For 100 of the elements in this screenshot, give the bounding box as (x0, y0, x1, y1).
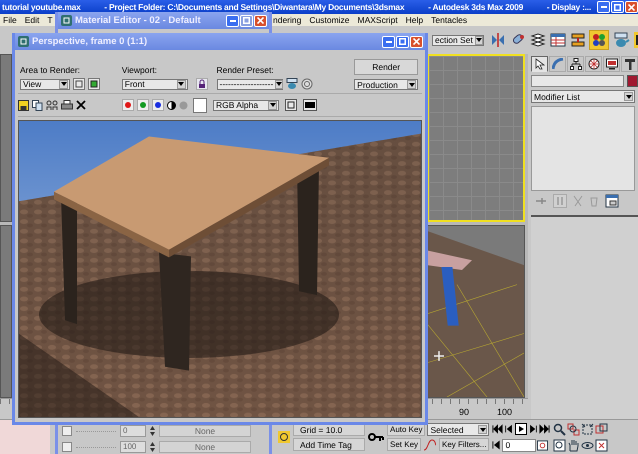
maximize-button[interactable] (240, 14, 253, 26)
monitor-icon (606, 58, 618, 70)
map-button[interactable]: None (159, 425, 251, 437)
maximize-button[interactable] (611, 1, 624, 13)
minimize-button[interactable] (382, 36, 395, 48)
layers-icon[interactable] (530, 32, 546, 48)
clone-icon[interactable] (46, 100, 58, 110)
key-icon[interactable] (368, 432, 384, 442)
auto-region-icon[interactable] (88, 78, 100, 90)
maximize-icon (243, 17, 250, 24)
minimize-button[interactable] (597, 1, 610, 13)
channel-toggle[interactable] (152, 99, 164, 111)
alpha-dot-icon[interactable] (179, 100, 188, 110)
menu-item[interactable]: Tentacles (431, 15, 468, 25)
command-panel-tab[interactable] (531, 56, 548, 72)
command-panel-tab[interactable] (567, 56, 584, 72)
maximize-icon (614, 4, 621, 10)
set-key-button[interactable]: Set Key (387, 438, 422, 451)
schematic-icon[interactable] (570, 32, 586, 48)
teapot-icon[interactable] (612, 32, 630, 48)
table-icon[interactable] (550, 32, 566, 48)
edit-region-icon[interactable] (73, 78, 85, 90)
amount-spinner[interactable]: 0 (120, 425, 146, 437)
teapot-icon[interactable] (286, 78, 298, 90)
mono-icon[interactable] (167, 100, 176, 110)
clear-icon[interactable] (76, 100, 86, 110)
menu-item[interactable]: Customize (309, 15, 350, 25)
area-to-render-label: Area to Render: (20, 65, 82, 75)
minimize-icon (230, 20, 236, 22)
spinner-arrows-icon[interactable] (150, 426, 155, 436)
area-to-render-dropdown[interactable]: View (20, 78, 70, 90)
caret-icon (476, 38, 482, 42)
object-name-field[interactable] (531, 75, 624, 87)
modifier-list-dropdown[interactable]: Modifier List (531, 90, 635, 103)
display-icon[interactable] (303, 99, 317, 111)
background-color-swatch[interactable] (193, 98, 207, 112)
menu-item[interactable]: Edit (24, 15, 40, 25)
caret-icon (480, 428, 486, 432)
copy-icon[interactable] (32, 100, 43, 110)
window-title: - Autodesk 3ds Max 2009 (428, 2, 524, 12)
close-button[interactable] (625, 1, 638, 13)
command-panel-tab[interactable] (603, 56, 620, 72)
selection-set-dropdown[interactable]: ection Set (432, 34, 484, 46)
minimize-button[interactable] (226, 14, 239, 26)
app-logo-icon (18, 36, 29, 47)
key-filters-button[interactable]: Key Filters... (439, 438, 490, 451)
command-panel-tab[interactable] (585, 56, 602, 72)
maximize-button[interactable] (396, 36, 409, 48)
map-checkbox[interactable] (62, 442, 72, 452)
hammer-icon (624, 58, 636, 70)
print-icon[interactable] (61, 100, 73, 110)
app-logo-icon (61, 15, 72, 26)
menu-item[interactable]: Help (406, 15, 424, 25)
object-color-swatch[interactable] (627, 75, 638, 87)
time-config-icon[interactable] (537, 440, 548, 450)
add-time-tag-button[interactable]: Add Time Tag (293, 438, 365, 451)
channel-toggle[interactable] (137, 99, 149, 111)
frame-field[interactable]: 0 (502, 438, 536, 452)
save-icon[interactable] (18, 100, 29, 110)
render-button[interactable]: Render (354, 59, 418, 75)
wheel-icon (588, 58, 600, 70)
menu-item[interactable]: T (47, 15, 53, 25)
zoom-extents-icon[interactable] (581, 422, 594, 436)
color-balls-icon[interactable] (590, 31, 608, 49)
viewport-dropdown[interactable]: Front (122, 78, 188, 90)
window-title: Material Editor - 02 - Default (75, 15, 201, 26)
map-button[interactable]: None (159, 441, 251, 453)
previous-frame-icon[interactable] (504, 424, 514, 434)
menu-item[interactable]: ndering (273, 15, 302, 25)
play-icon[interactable] (515, 422, 528, 434)
menu-item[interactable]: File (3, 15, 17, 25)
environment-icon[interactable] (300, 78, 313, 90)
channel-toggle[interactable] (122, 99, 134, 111)
go-to-start-icon[interactable] (492, 424, 504, 434)
zoom-all-icon[interactable] (567, 422, 580, 436)
close-button[interactable] (254, 14, 267, 26)
mirror-icon[interactable] (490, 32, 506, 48)
amount-spinner[interactable]: 100 (120, 441, 146, 453)
key-mode-dropdown[interactable]: Selected (427, 423, 490, 436)
configure-icon[interactable] (605, 194, 619, 208)
map-checkbox[interactable] (62, 426, 72, 436)
command-panel-tab[interactable] (621, 56, 638, 72)
lock-icon[interactable] (196, 78, 208, 90)
zoom-icon[interactable] (553, 422, 566, 436)
render-preset-dropdown[interactable]: ------------------- (216, 78, 283, 90)
maximize-viewport-icon[interactable] (595, 438, 608, 452)
restore-frame-icon[interactable] (285, 99, 297, 111)
hand-icon[interactable] (567, 438, 580, 452)
curve-icon[interactable] (423, 438, 438, 450)
caret-icon (408, 82, 415, 86)
key-mode-icon[interactable] (492, 440, 502, 450)
render-mode-dropdown[interactable]: Production (354, 79, 418, 90)
next-frame-icon[interactable] (528, 424, 538, 434)
spinner-arrows-icon[interactable] (150, 442, 155, 452)
display-channel-dropdown[interactable]: RGB Alpha (213, 100, 279, 110)
field-of-view-icon[interactable] (553, 438, 566, 452)
close-button[interactable] (410, 36, 423, 48)
zoom-extents-all-icon[interactable] (595, 422, 608, 436)
menu-item[interactable]: MAXScript (358, 15, 398, 25)
time-tag-icon[interactable] (278, 431, 290, 443)
